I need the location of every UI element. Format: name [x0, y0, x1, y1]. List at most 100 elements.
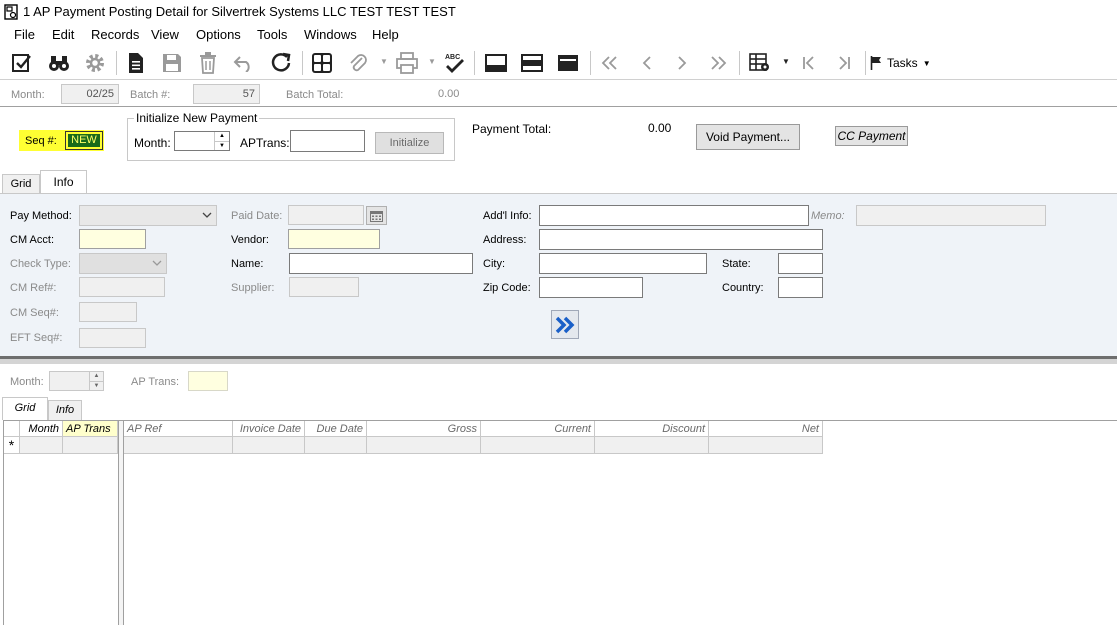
calculator-button[interactable]: [309, 50, 335, 76]
tasks-button[interactable]: Tasks ▼: [870, 53, 931, 73]
cc-payment-button[interactable]: CC Payment: [835, 126, 908, 146]
address-input[interactable]: [539, 229, 823, 250]
cm-ref-input[interactable]: [79, 277, 165, 297]
first-item-button[interactable]: [796, 50, 822, 76]
seq-value: NEW: [68, 134, 100, 147]
settings-button[interactable]: [82, 50, 108, 76]
grid-cell-gross[interactable]: [367, 437, 481, 454]
lower-month-spinner[interactable]: ▲ ▼: [89, 372, 103, 390]
grid-cell-net[interactable]: [709, 437, 823, 454]
pay-method-select[interactable]: [79, 205, 217, 226]
calendar-button[interactable]: [366, 206, 387, 225]
menu-edit[interactable]: Edit: [52, 27, 74, 42]
paperclip-icon: [350, 54, 367, 72]
state-label: State:: [722, 258, 751, 270]
grid-header-ap-trans[interactable]: AP Trans: [63, 421, 118, 437]
menu-tools[interactable]: Tools: [257, 27, 287, 42]
grid-cell-current[interactable]: [481, 437, 595, 454]
lower-month-label: Month:: [10, 376, 44, 388]
zip-input[interactable]: [539, 277, 643, 298]
attach-button[interactable]: [345, 50, 371, 76]
grid-settings-dropdown-icon[interactable]: ▼: [782, 57, 790, 66]
menu-records[interactable]: Records: [91, 27, 139, 42]
attach-dropdown-icon[interactable]: ▼: [380, 57, 388, 66]
tab-info-top[interactable]: Info: [40, 170, 87, 194]
grid-cell-due-date[interactable]: [305, 437, 367, 454]
grid-header-gross[interactable]: Gross: [367, 421, 481, 437]
last-item-button[interactable]: [831, 50, 857, 76]
new-button[interactable]: [123, 50, 149, 76]
grid-cell-month[interactable]: [20, 437, 63, 454]
menu-file[interactable]: File: [14, 27, 35, 42]
grid-header-discount[interactable]: Discount: [595, 421, 709, 437]
country-input[interactable]: [778, 277, 823, 298]
grid-cell-discount[interactable]: [595, 437, 709, 454]
check-type-select[interactable]: [79, 253, 167, 274]
tab-info-bottom[interactable]: Info: [48, 400, 82, 420]
void-payment-button[interactable]: Void Payment...: [696, 124, 800, 150]
tab-info-bottom-label: Info: [55, 404, 75, 416]
memo-input[interactable]: [856, 205, 1046, 226]
menu-windows[interactable]: Windows: [304, 27, 357, 42]
cm-acct-input[interactable]: [79, 229, 146, 249]
init-month-spinner[interactable]: ▲ ▼: [214, 132, 229, 150]
grid-header-net[interactable]: Net: [709, 421, 823, 437]
supplier-input[interactable]: [289, 277, 359, 297]
double-chevron-left-icon: [601, 56, 617, 70]
refresh-button[interactable]: [268, 50, 294, 76]
init-aptrans-input[interactable]: [290, 130, 365, 152]
last-record-button[interactable]: [705, 50, 731, 76]
grid-cell-ap-trans[interactable]: [63, 437, 118, 454]
delete-button[interactable]: [195, 50, 221, 76]
check-type-label: Check Type:: [10, 258, 71, 270]
addl-info-input[interactable]: [539, 205, 809, 226]
print-dropdown-icon[interactable]: ▼: [428, 57, 436, 66]
paid-date-input[interactable]: [288, 205, 364, 225]
lower-ap-trans-input[interactable]: [188, 371, 228, 391]
cm-ref-label: CM Ref#:: [10, 282, 57, 294]
grid-header-ap-ref[interactable]: AP Ref: [124, 421, 233, 437]
chevron-down-icon: [152, 260, 162, 266]
grid-settings-button[interactable]: [747, 50, 773, 76]
grid-header-month[interactable]: Month: [20, 421, 63, 437]
expand-address-button[interactable]: [551, 310, 579, 339]
vendor-input[interactable]: [288, 229, 380, 249]
tab-grid-top[interactable]: Grid: [2, 174, 40, 194]
checklist-button[interactable]: [9, 50, 35, 76]
grid-header-current[interactable]: Current: [481, 421, 595, 437]
prev-record-button[interactable]: [634, 50, 660, 76]
eft-seq-label: EFT Seq#:: [10, 332, 63, 344]
name-input[interactable]: [289, 253, 473, 274]
layout-full-button[interactable]: [555, 50, 581, 76]
seq-field[interactable]: NEW: [65, 131, 103, 150]
next-record-button[interactable]: [669, 50, 695, 76]
tab-grid-bottom[interactable]: Grid: [2, 397, 48, 420]
city-input[interactable]: [539, 253, 707, 274]
find-button[interactable]: [46, 50, 72, 76]
state-input[interactable]: [778, 253, 823, 274]
grid-new-row-indicator: *: [4, 437, 20, 454]
cm-acct-label: CM Acct:: [10, 234, 55, 246]
grid-cell-ap-ref[interactable]: [124, 437, 233, 454]
layout-middle-button[interactable]: [519, 50, 545, 76]
initialize-button[interactable]: Initialize: [375, 132, 444, 154]
eft-seq-input[interactable]: [79, 328, 146, 348]
layout-top-button[interactable]: [483, 50, 509, 76]
save-button[interactable]: [159, 50, 185, 76]
spellcheck-button[interactable]: ABC: [441, 50, 467, 76]
cm-seq-input[interactable]: [79, 302, 137, 322]
app-icon: [4, 4, 18, 20]
grid-cell-invoice-date[interactable]: [233, 437, 305, 454]
menu-options[interactable]: Options: [196, 27, 241, 42]
name-label: Name:: [231, 258, 264, 270]
print-button[interactable]: [394, 50, 420, 76]
splitter[interactable]: [0, 356, 1117, 364]
menu-view[interactable]: View: [151, 27, 179, 42]
grid-header-invoice-date[interactable]: Invoice Date: [233, 421, 305, 437]
undo-icon: [233, 56, 250, 72]
menu-help[interactable]: Help: [372, 27, 399, 42]
first-record-button[interactable]: [597, 50, 623, 76]
undo-button[interactable]: [231, 50, 257, 76]
grid-header-due-date[interactable]: Due Date: [305, 421, 367, 437]
tasks-label: Tasks: [887, 56, 918, 70]
